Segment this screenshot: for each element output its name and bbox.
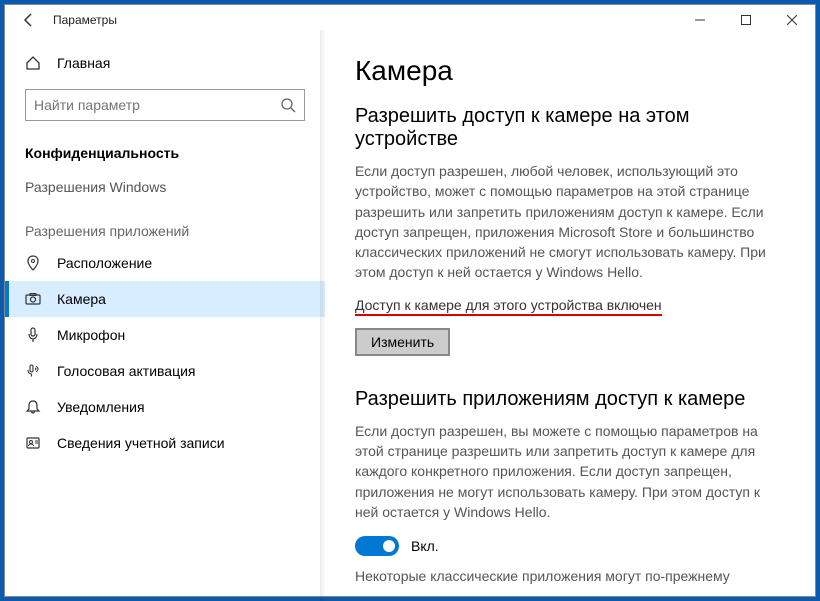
sidebar: Главная Конфиденциальность Разрешения Wi… (5, 35, 325, 596)
sidebar-item-label: Расположение (57, 255, 152, 271)
account-icon (25, 435, 41, 451)
section-app-access-desc: Если доступ разрешен, вы можете с помощь… (355, 421, 785, 522)
section-device-access-desc: Если доступ разрешен, любой человек, исп… (355, 161, 785, 283)
page-title: Камера (355, 55, 785, 87)
home-nav[interactable]: Главная (5, 47, 325, 79)
footnote: Некоторые классические приложения могут … (355, 568, 785, 584)
window-title: Параметры (53, 13, 117, 27)
section-device-access-title: Разрешить доступ к камере на этом устрой… (355, 105, 785, 151)
sidebar-item-label: Уведомления (57, 399, 145, 415)
home-icon (25, 55, 41, 71)
back-button[interactable] (13, 12, 45, 28)
sidebar-item-camera[interactable]: Камера (5, 281, 325, 317)
sidebar-item-notifications[interactable]: Уведомления (5, 389, 325, 425)
camera-icon (25, 291, 41, 307)
bell-icon (25, 399, 41, 415)
category-header: Конфиденциальность (5, 137, 325, 169)
toggle-label: Вкл. (411, 538, 439, 554)
sidebar-item-location[interactable]: Расположение (5, 245, 325, 281)
main-content: Камера Разрешить доступ к камере на этом… (325, 35, 815, 596)
search-icon (280, 97, 296, 113)
voice-icon (25, 363, 41, 379)
home-label: Главная (57, 55, 110, 71)
sidebar-item-account-info[interactable]: Сведения учетной записи (5, 425, 325, 461)
microphone-icon (25, 327, 41, 343)
app-permissions-title: Разрешения приложений (5, 205, 325, 245)
windows-permissions-nav[interactable]: Разрешения Windows (5, 169, 325, 205)
close-button[interactable] (769, 5, 815, 35)
sidebar-item-label: Камера (57, 291, 106, 307)
app-access-toggle[interactable] (355, 536, 399, 556)
minimize-button[interactable] (677, 5, 723, 35)
sidebar-item-label: Микрофон (57, 327, 125, 343)
sidebar-item-microphone[interactable]: Микрофон (5, 317, 325, 353)
section-app-access-title: Разрешить приложениям доступ к камере (355, 388, 785, 411)
search-input[interactable] (34, 97, 280, 113)
device-access-status: Доступ к камере для этого устройства вкл… (355, 297, 662, 316)
sidebar-item-label: Голосовая активация (57, 363, 196, 379)
location-icon (25, 255, 41, 271)
sidebar-item-label: Сведения учетной записи (57, 435, 225, 451)
change-button[interactable]: Изменить (355, 328, 450, 356)
maximize-button[interactable] (723, 5, 769, 35)
search-input-container[interactable] (25, 89, 305, 121)
sidebar-item-voice-activation[interactable]: Голосовая активация (5, 353, 325, 389)
